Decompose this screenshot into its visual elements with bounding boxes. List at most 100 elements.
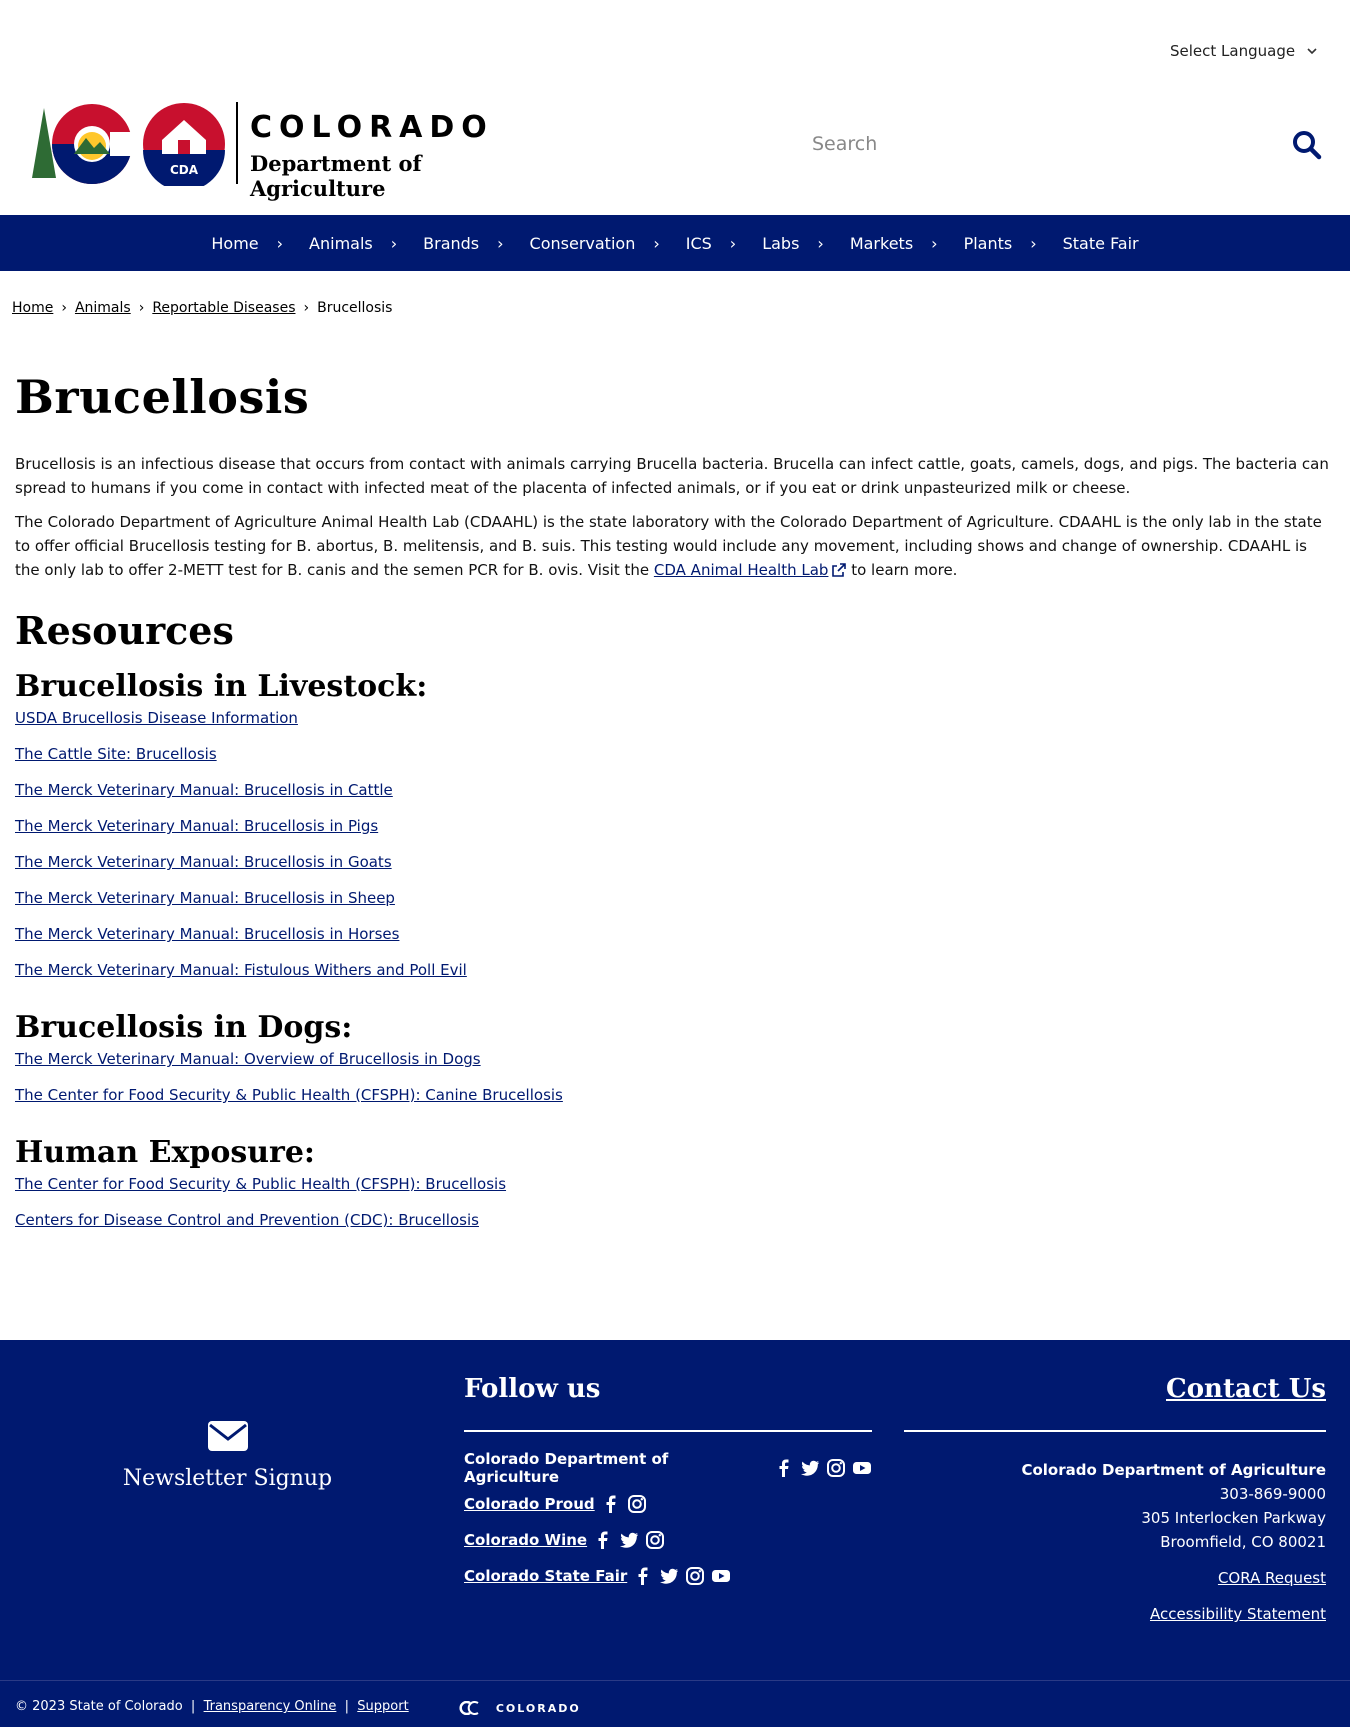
logo-dept-name: Department of Agriculture [250,151,422,201]
resources-heading: Resources [15,608,234,653]
logo-state-name: COLORADO [250,110,494,145]
breadcrumb-animals[interactable]: Animals [75,300,131,316]
twitter-icon[interactable] [800,1458,820,1478]
twitter-icon[interactable] [619,1530,639,1550]
breadcrumb-reportable-diseases[interactable]: Reportable Diseases [152,300,295,316]
nav-animals[interactable]: Animals › [309,234,397,253]
nav-state-fair[interactable]: State Fair [1063,234,1139,253]
social-name-link[interactable]: Colorado Proud [464,1495,595,1513]
search-icon[interactable] [1292,130,1322,160]
twitter-icon[interactable] [659,1566,679,1586]
instagram-icon[interactable] [685,1566,705,1586]
colorado-c-mark-icon [459,1700,479,1716]
contact-address-line1: 305 Interlocken Parkway [1141,1509,1326,1527]
nav-brands[interactable]: Brands › [423,234,503,253]
contact-address-line2: Broomfield, CO 80021 [1160,1533,1326,1551]
resource-link[interactable]: Centers for Disease Control and Preventi… [15,1210,1335,1230]
breadcrumb-separator: › [61,300,67,316]
human-heading: Human Exposure: [15,1135,315,1170]
chevron-down-icon [1307,48,1317,55]
cda-animal-health-lab-link[interactable]: CDA Animal Health Lab [654,561,847,579]
livestock-section: Brucellosis in Livestock: USDA Brucellos… [15,669,1335,980]
resource-link[interactable]: The Merck Veterinary Manual: Fistulous W… [15,960,1335,980]
newsletter-signup[interactable]: Newsletter Signup [120,1420,335,1491]
breadcrumb-separator: › [303,300,310,316]
instagram-icon[interactable] [627,1494,647,1514]
social-name-link[interactable]: Colorado State Fair [464,1567,627,1585]
dogs-heading: Brucellosis in Dogs: [15,1010,353,1045]
accessibility-statement-link[interactable]: Accessibility Statement [904,1602,1326,1626]
chevron-right-icon: › [276,233,284,253]
page-title: Brucellosis [15,370,310,424]
colorado-c-logo-icon [32,104,136,184]
contact-org: Colorado Department of Agriculture [1021,1461,1326,1479]
language-selector[interactable]: Select Language [1170,42,1317,60]
colorado-footer-label: COLORADO [495,1702,581,1715]
instagram-icon[interactable] [645,1530,665,1550]
copyright-text: © 2023 State of Colorado [15,1699,183,1714]
nav-home[interactable]: Home › [211,234,283,253]
cda-badge-icon: CDA [143,103,225,186]
resource-link[interactable]: The Merck Veterinary Manual: Brucellosis… [15,888,1335,908]
chevron-right-icon: › [390,233,398,253]
breadcrumb-home[interactable]: Home [12,300,53,316]
breadcrumb-current: Brucellosis [317,300,393,316]
cora-request-link[interactable]: CORA Request [904,1566,1326,1590]
newsletter-label: Newsletter Signup [122,1466,333,1491]
youtube-icon[interactable] [711,1566,731,1586]
follow-heading: Follow us [464,1374,872,1432]
chevron-right-icon: › [497,233,504,253]
intro-paragraph: Brucellosis is an infectious disease tha… [15,455,1329,497]
site-logo[interactable]: CDA COLORADO Department of Agriculture [30,102,540,201]
resource-link[interactable]: The Merck Veterinary Manual: Brucellosis… [15,852,1335,872]
external-link-icon [832,563,847,577]
social-row-cda: Colorado Department of Agriculture [464,1450,872,1486]
facebook-icon[interactable] [601,1494,621,1514]
colorado-footer-logo: COLORADO [456,1700,581,1716]
resource-link[interactable]: The Center for Food Security & Public He… [15,1085,1335,1105]
search-input[interactable] [812,120,1212,168]
social-name: Colorado Department of Agriculture [464,1450,669,1486]
follow-us: Follow us Colorado Department of Agricul… [464,1374,872,1602]
footer-bottom-bar: © 2023 State of Colorado | Transparency … [0,1680,1350,1727]
human-section: Human Exposure: The Center for Food Secu… [15,1135,1335,1230]
nav-plants[interactable]: Plants › [964,234,1037,253]
resource-link[interactable]: The Center for Food Security & Public He… [15,1174,1335,1194]
resource-link[interactable]: The Merck Veterinary Manual: Overview of… [15,1049,1335,1069]
resource-link[interactable]: USDA Brucellosis Disease Information [15,708,1335,728]
youtube-icon[interactable] [852,1458,872,1478]
main-content: Brucellosis Brucellosis is an infectious… [15,370,1335,1260]
resource-link[interactable]: The Cattle Site: Brucellosis [15,744,1335,764]
facebook-icon[interactable] [774,1458,794,1478]
contact-heading: Contact Us [904,1374,1326,1432]
facebook-icon[interactable] [593,1530,613,1550]
svg-text:CDA: CDA [170,163,199,177]
logo-divider [236,102,238,184]
envelope-icon [207,1421,248,1451]
chevron-right-icon: › [729,233,737,253]
chevron-right-icon: › [931,233,938,253]
support-link[interactable]: Support [357,1699,408,1714]
chevron-right-icon: › [1030,233,1037,253]
contact-phone: 303-869-9000 [1219,1485,1326,1503]
nav-conservation[interactable]: Conservation › [530,234,660,253]
nav-ics[interactable]: ICS › [686,234,736,253]
copyright-line: © 2023 State of Colorado | Transparency … [15,1699,409,1714]
social-row-state-fair: Colorado State Fair [464,1566,872,1586]
lab-paragraph: The Colorado Department of Agriculture A… [15,513,1322,579]
nav-labs[interactable]: Labs › [762,234,824,253]
nav-markets[interactable]: Markets › [850,234,938,253]
language-label: Select Language [1170,42,1296,60]
resource-link[interactable]: The Merck Veterinary Manual: Brucellosis… [15,780,1335,800]
social-row-colorado-wine: Colorado Wine [464,1530,872,1550]
facebook-icon[interactable] [633,1566,653,1586]
chevron-right-icon: › [817,233,824,253]
instagram-icon[interactable] [826,1458,846,1478]
contact-us-link[interactable]: Contact Us [1166,1374,1326,1404]
livestock-heading: Brucellosis in Livestock: [15,669,428,704]
transparency-online-link[interactable]: Transparency Online [204,1699,337,1714]
main-nav: Home › Animals › Brands › Conservation › ICS… [0,215,1350,271]
resource-link[interactable]: The Merck Veterinary Manual: Brucellosis… [15,816,1335,836]
resource-link[interactable]: The Merck Veterinary Manual: Brucellosis… [15,924,1335,944]
social-name-link[interactable]: Colorado Wine [464,1531,587,1549]
